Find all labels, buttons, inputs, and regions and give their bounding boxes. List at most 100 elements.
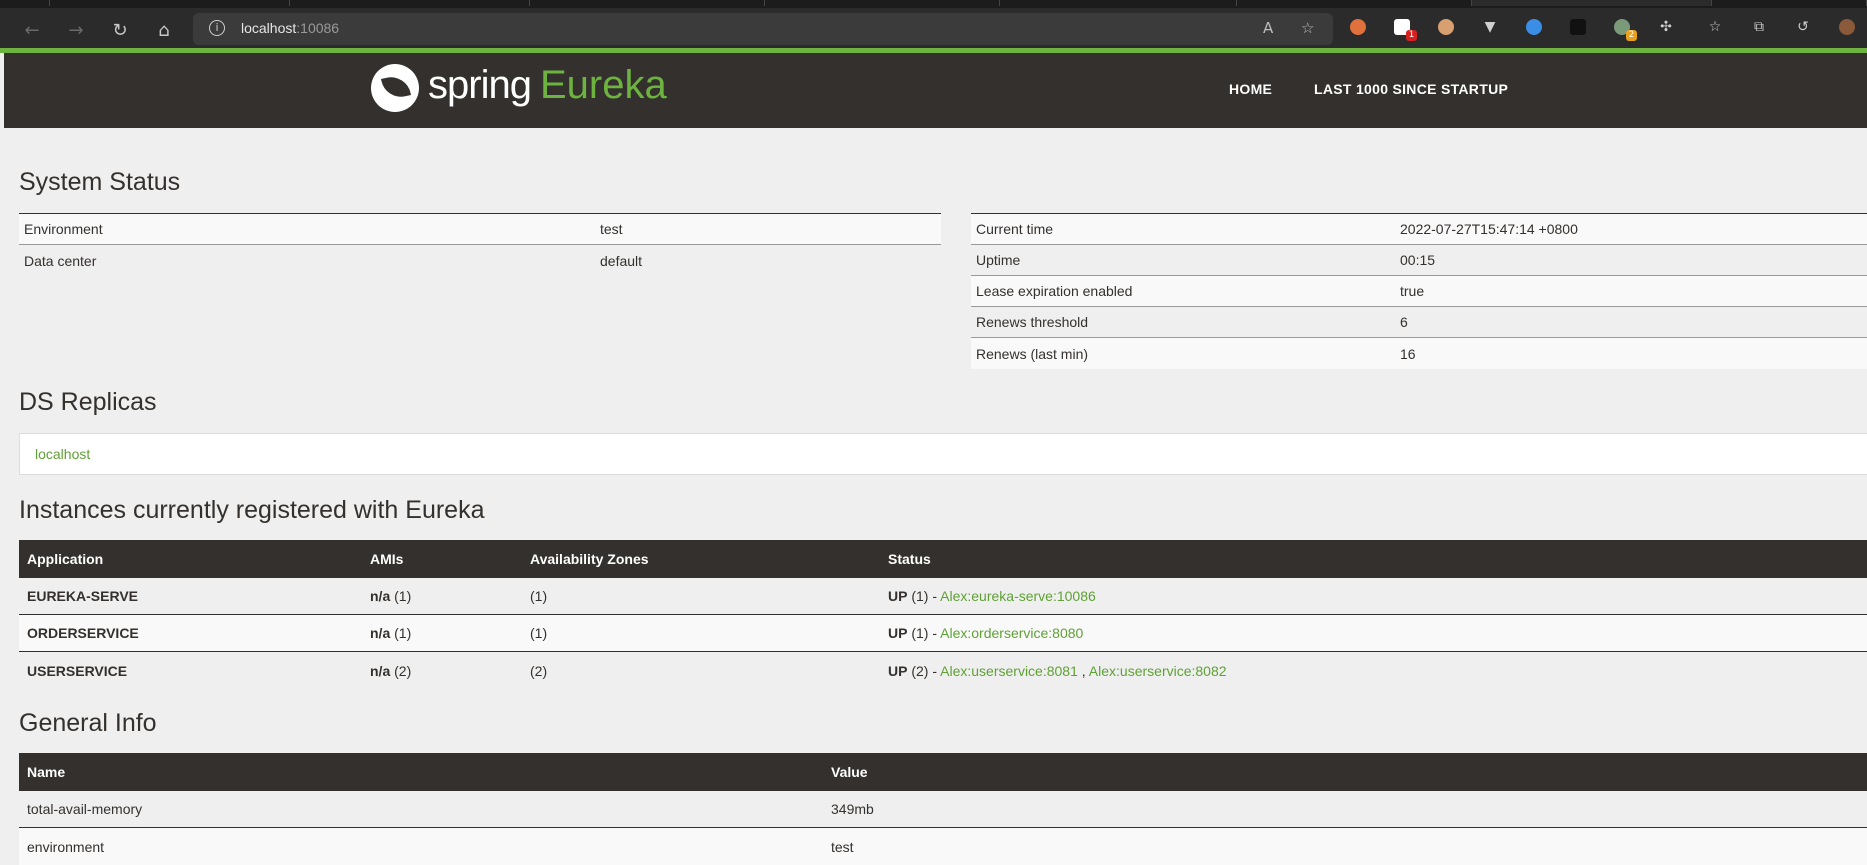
browser-tab[interactable]	[1000, 0, 1237, 6]
status-cell: UP (1) - Alex:eureka-serve:10086	[888, 588, 1096, 604]
instance-link[interactable]: Alex:userservice:8082	[1089, 663, 1227, 679]
browser-tab[interactable]	[1712, 0, 1867, 6]
status-label: Uptime	[976, 252, 1021, 268]
application-name: USERSERVICE	[27, 662, 128, 679]
home-icon[interactable]: ⌂	[150, 16, 178, 44]
browser-tab[interactable]	[0, 0, 50, 6]
general-info-header-row: Name Value	[19, 753, 1867, 791]
column-header-name: Name	[27, 764, 66, 780]
status-value: test	[600, 221, 623, 237]
status-label: Lease expiration enabled	[976, 283, 1133, 299]
zones-cell: (1)	[530, 625, 548, 641]
column-header-zones: Availability Zones	[530, 551, 649, 567]
table-row: USERSERVICE n/a (2) (2) UP (2) - Alex:us…	[19, 652, 1867, 689]
browser-tab[interactable]	[530, 0, 765, 6]
nav-home-link[interactable]: HOME	[1229, 81, 1272, 97]
table-row: EUREKA-SERVE n/a (1) (1) UP (1) - Alex:e…	[19, 578, 1867, 615]
status-label: Renews (last min)	[976, 345, 1089, 362]
amis-cell: n/a (1)	[370, 625, 412, 641]
ds-replicas-title: DS Replicas	[19, 388, 157, 416]
general-info-title: General Info	[19, 709, 157, 737]
extensions-puzzle-icon[interactable]: ✣	[1656, 17, 1676, 37]
general-info-table: Name Value total-avail-memory 349mb envi…	[19, 753, 1867, 865]
status-value: 16	[1400, 345, 1416, 362]
status-value: 6	[1400, 314, 1408, 330]
info-value: 349mb	[831, 801, 874, 817]
table-row: Renews threshold 6	[971, 307, 1867, 338]
reload-icon[interactable]: ↻	[106, 16, 134, 44]
amis-cell: n/a (2)	[370, 662, 412, 679]
logo-eureka-text[interactable]: Eureka	[540, 63, 667, 108]
table-row: Lease expiration enabled true	[971, 276, 1867, 307]
collections-icon[interactable]: ⧉	[1749, 17, 1769, 37]
table-row: ORDERSERVICE n/a (1) (1) UP (1) - Alex:o…	[19, 615, 1867, 652]
table-row: Current time 2022-07-27T15:47:14 +0800	[971, 214, 1867, 245]
column-header-amis: AMIs	[370, 551, 404, 567]
info-name: total-avail-memory	[27, 801, 143, 817]
extension-icon[interactable]	[1524, 17, 1544, 37]
site-info-icon[interactable]: i	[209, 20, 225, 36]
zones-cell: (1)	[530, 588, 548, 604]
favorites-icon[interactable]: ☆	[1705, 17, 1725, 37]
info-value: test	[831, 838, 854, 855]
logo-spring-text[interactable]: spring	[428, 63, 532, 108]
browser-tab-active[interactable]	[1472, 0, 1712, 6]
instances-title: Instances currently registered with Eure…	[19, 496, 485, 524]
browser-tab[interactable]	[765, 0, 1000, 6]
extension-icon[interactable]: 1	[1392, 17, 1417, 41]
status-value: true	[1400, 283, 1425, 299]
spring-logo-icon[interactable]	[371, 64, 419, 112]
column-header-value: Value	[831, 764, 868, 780]
instances-header-row: Application AMIs Availability Zones Stat…	[19, 540, 1867, 578]
status-value: 2022-07-27T15:47:14 +0800	[1400, 221, 1578, 237]
table-row: environment test	[19, 828, 1867, 865]
status-value: 00:15	[1400, 252, 1436, 268]
profile-avatar-icon[interactable]	[1837, 17, 1857, 37]
status-value: default	[600, 252, 643, 269]
history-icon[interactable]: ↺	[1793, 17, 1813, 37]
column-header-application: Application	[27, 551, 104, 567]
table-row: Environment test	[19, 214, 941, 245]
extension-icon[interactable]: 2	[1612, 17, 1637, 41]
status-cell: UP (2) - Alex:userservice:8081 , Alex:us…	[888, 662, 1227, 679]
system-status-left-table: Environment test Data center default	[19, 213, 941, 276]
extension-icon[interactable]	[1436, 17, 1456, 37]
column-header-status: Status	[888, 551, 931, 567]
status-label: Environment	[24, 221, 103, 237]
table-row: Uptime 00:15	[971, 245, 1867, 276]
info-name: environment	[27, 838, 105, 855]
table-row: total-avail-memory 349mb	[19, 791, 1867, 828]
instance-link[interactable]: Alex:orderservice:8080	[940, 625, 1083, 641]
extension-icon[interactable]: ▼	[1480, 17, 1500, 37]
zones-cell: (2)	[530, 662, 548, 679]
amis-cell: n/a (1)	[370, 588, 412, 604]
url-text[interactable]: localhost:10086	[241, 20, 339, 36]
application-name: EUREKA-SERVE	[27, 588, 138, 604]
browser-tab[interactable]	[1237, 0, 1472, 6]
ds-replicas-panel: localhost	[19, 433, 1867, 475]
application-name: ORDERSERVICE	[27, 625, 139, 641]
instance-link[interactable]: Alex:eureka-serve:10086	[940, 588, 1096, 604]
instance-link[interactable]: Alex:userservice:8081	[940, 663, 1078, 679]
system-status-right-table: Current time 2022-07-27T15:47:14 +0800 U…	[971, 213, 1867, 369]
status-label: Renews threshold	[976, 314, 1089, 330]
read-aloud-icon[interactable]: A	[1263, 19, 1273, 37]
favorite-star-icon[interactable]: ☆	[1301, 19, 1314, 37]
instances-table: Application AMIs Availability Zones Stat…	[19, 540, 1867, 689]
table-row: Renews (last min) 16	[971, 338, 1867, 369]
nav-last1000-link[interactable]: LAST 1000 SINCE STARTUP	[1314, 81, 1508, 97]
forward-icon[interactable]: →	[62, 16, 90, 44]
status-label: Current time	[976, 221, 1054, 237]
system-status-title: System Status	[19, 168, 181, 196]
status-cell: UP (1) - Alex:orderservice:8080	[888, 625, 1084, 641]
replica-link-localhost[interactable]: localhost	[35, 446, 90, 462]
extension-icon[interactable]	[1348, 17, 1368, 37]
browser-tab[interactable]	[290, 0, 530, 6]
status-label: Data center	[24, 252, 97, 269]
browser-tab[interactable]	[50, 0, 290, 6]
table-row: Data center default	[19, 245, 941, 276]
tab-strip	[0, 0, 1867, 8]
extension-icon[interactable]	[1568, 17, 1588, 37]
back-icon[interactable]: ←	[18, 16, 46, 44]
address-bar[interactable]: i localhost:10086 A ☆	[193, 13, 1333, 45]
